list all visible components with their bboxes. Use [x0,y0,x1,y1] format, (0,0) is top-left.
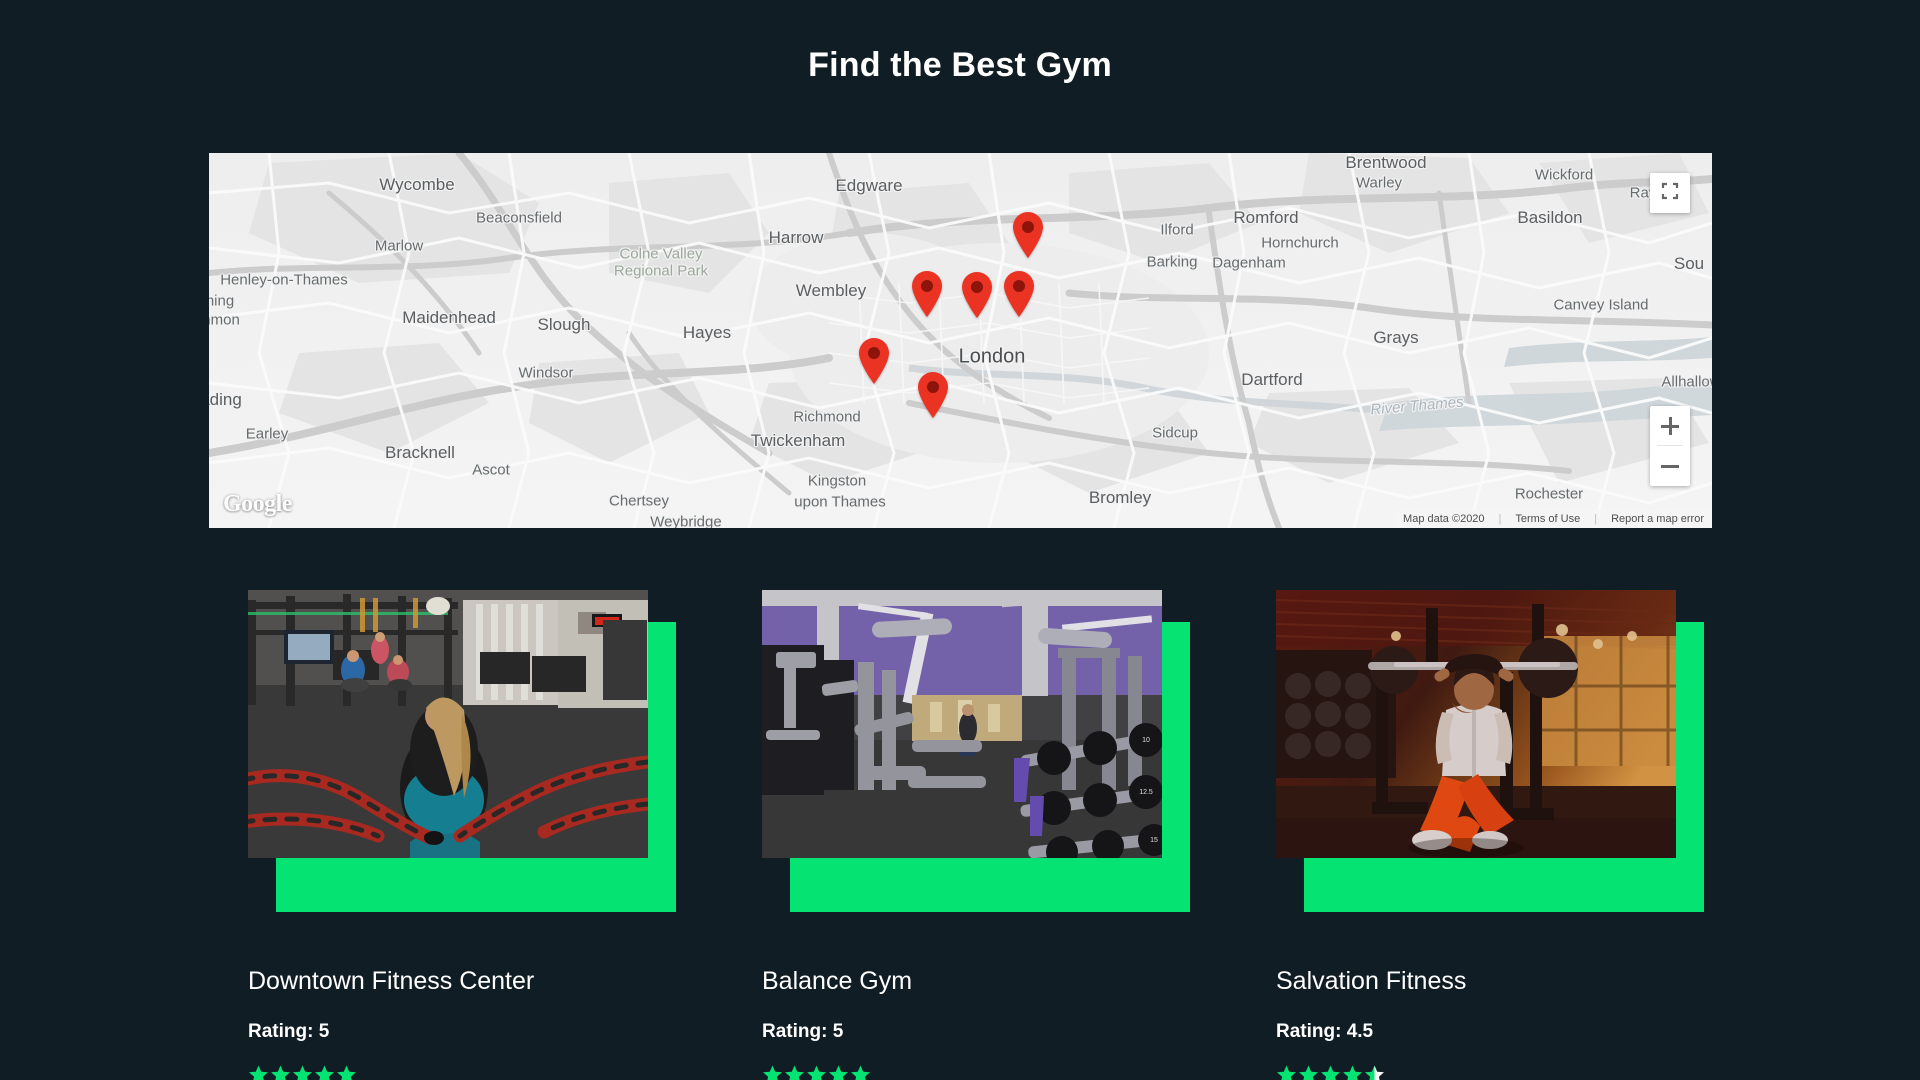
star-full-icon [1276,1064,1297,1080]
gym-photo [1276,590,1676,858]
gym-rating-text: Rating: 4.5 [1276,1021,1374,1042]
map-marker-pin[interactable] [960,271,994,319]
map-basemap [209,153,1712,528]
star-full-icon [806,1064,827,1080]
star-full-icon [1342,1064,1363,1080]
gym-star-rating [1276,1063,1676,1080]
star-full-icon [762,1064,783,1080]
map-marker-pin[interactable] [1002,270,1036,318]
gym-name: Downtown Fitness Center [248,967,535,995]
star-full-icon [1320,1064,1341,1080]
gym-card[interactable]: Downtown Fitness Center Rating: 5 [248,590,676,1080]
minus-icon [1661,457,1679,475]
report-map-error-link[interactable]: Report a map error [1611,513,1704,525]
star-full-icon [850,1064,871,1080]
star-full-icon [292,1064,313,1080]
map-marker-pin[interactable] [916,371,950,419]
map-marker-pin[interactable] [1011,211,1045,259]
map-zoom-controls[interactable] [1650,406,1690,486]
page-title: Find the Best Gym [808,46,1112,84]
star-full-icon [270,1064,291,1080]
gym-star-rating [248,1063,648,1080]
star-half-icon [1364,1064,1385,1080]
star-full-icon [248,1064,269,1080]
plus-icon [1661,417,1679,435]
gym-name: Balance Gym [762,967,913,995]
map-container[interactable]: Wycombe Beaconsfield Marlow Henley-on-Thame… [209,153,1712,528]
star-full-icon [784,1064,805,1080]
gym-photo [248,590,648,858]
gym-card-media [1276,590,1704,912]
map-fullscreen-button[interactable] [1650,173,1690,213]
map-attribution: Map data ©2020 | Terms of Use | Report a… [1395,510,1712,528]
gym-card[interactable]: Salvation Fitness Rating: 4.5 [1276,590,1704,1080]
map-marker-pin[interactable] [910,270,944,318]
gym-star-rating [762,1063,1162,1080]
attribution-separator: | [1594,513,1598,525]
gym-name: Salvation Fitness [1276,967,1467,995]
map-zoom-in-button[interactable] [1650,406,1690,446]
terms-of-use-link[interactable]: Terms of Use [1515,513,1580,525]
gym-card-list: Downtown Fitness Center Rating: 5 10 12.… [0,590,1920,1080]
gym-card-media [248,590,676,912]
gym-photo: 10 12.5 15 [762,590,1162,858]
map-data-copyright: Map data ©2020 [1403,513,1485,525]
fullscreen-icon [1660,181,1680,206]
gym-card-media: 10 12.5 15 [762,590,1190,912]
star-full-icon [1298,1064,1319,1080]
star-full-icon [314,1064,335,1080]
attribution-separator: | [1498,513,1502,525]
gym-card[interactable]: 10 12.5 15 Balance Gym Rating: 5 [762,590,1190,1080]
gym-rating-text: Rating: 5 [762,1021,844,1042]
gym-rating-text: Rating: 5 [248,1021,330,1042]
star-full-icon [336,1064,357,1080]
map-zoom-out-button[interactable] [1650,446,1690,486]
map-marker-pin[interactable] [857,337,891,385]
star-full-icon [828,1064,849,1080]
